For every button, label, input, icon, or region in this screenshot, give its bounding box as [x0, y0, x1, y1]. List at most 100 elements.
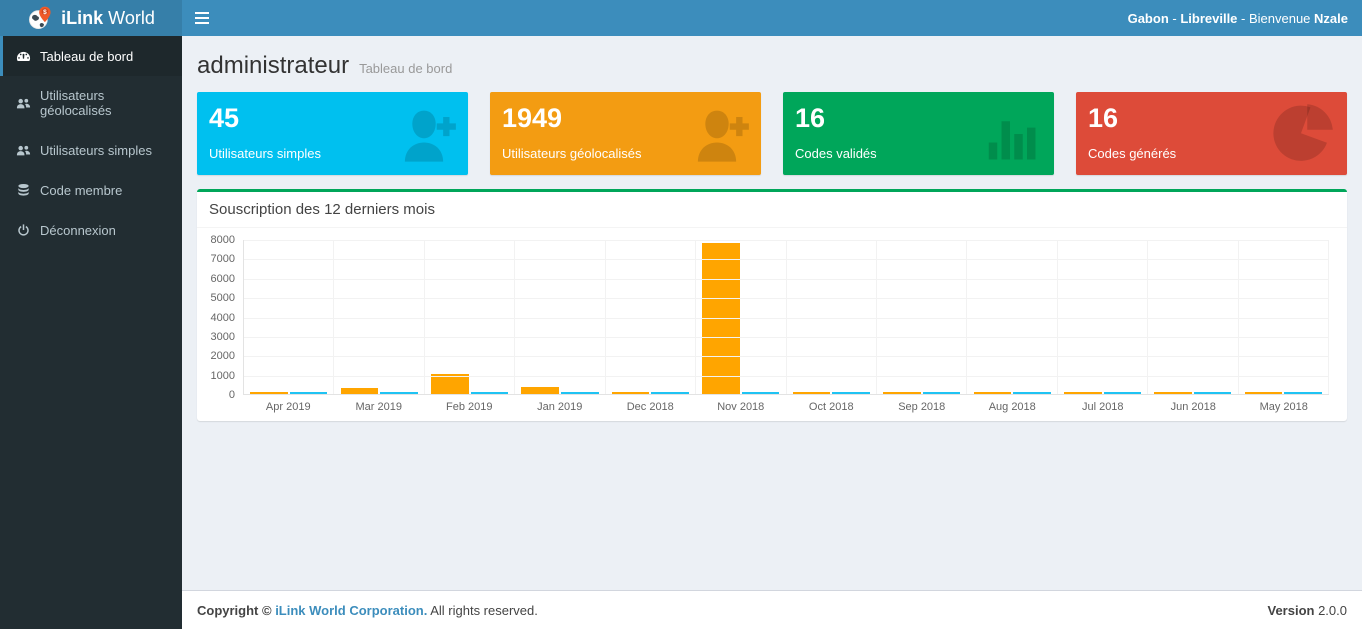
y-tick-label: 5000	[211, 292, 235, 304]
gridline	[244, 240, 1329, 241]
y-tick-label: 0	[229, 389, 235, 401]
sidebar-toggle-button[interactable]	[182, 0, 222, 36]
copyright-text: Copyright © iLink World Corporation. All…	[197, 603, 538, 618]
y-tick-label: 1000	[211, 370, 235, 382]
bar-souscriptions-cyan	[290, 392, 328, 394]
bar-souscriptions-orange	[1245, 392, 1283, 394]
chart-body: 0 1000 2000 3000 4000 5000 6000 7000 8000 Apr 20…	[197, 228, 1347, 421]
y-tick-label: 7000	[211, 253, 235, 265]
chart-title: Souscription des 12 derniers mois	[197, 192, 1347, 228]
bar-souscriptions-cyan	[651, 392, 689, 394]
bar-souscriptions-orange	[1154, 392, 1192, 394]
y-tick-label: 4000	[211, 312, 235, 324]
bar-souscriptions-cyan	[471, 392, 509, 394]
company-link[interactable]: iLink World Corporation.	[275, 603, 427, 618]
stat-card: 1949 Utilisateurs géolocalisés	[490, 92, 761, 175]
user-plus-icon	[390, 100, 458, 168]
x-tick-label: Aug 2018	[967, 401, 1058, 413]
main-content: administrateur Tableau de bord 45 Utilis…	[182, 36, 1362, 590]
page-footer: Copyright © iLink World Corporation. All…	[182, 590, 1362, 629]
page-subtitle: Tableau de bord	[359, 61, 452, 76]
bar-souscriptions-cyan	[832, 392, 870, 394]
greeting-country: Gabon	[1128, 11, 1169, 26]
bar-souscriptions-cyan	[561, 392, 599, 394]
stat-card: 16 Codes validés	[783, 92, 1054, 175]
hamburger-icon	[195, 12, 209, 14]
bar-souscriptions-cyan	[742, 392, 780, 394]
x-tick-label: Nov 2018	[696, 401, 787, 413]
user-greeting: Gabon - Libreville - Bienvenue Nzale	[1128, 11, 1362, 26]
bar-souscriptions-cyan	[1284, 392, 1322, 394]
pie-chart-icon	[1269, 100, 1337, 168]
sidebar-item-d-connexion[interactable]: Déconnexion	[0, 210, 182, 250]
svg-text:$: $	[43, 9, 47, 16]
greeting-username: Nzale	[1314, 11, 1348, 26]
gridline	[244, 298, 1329, 299]
bar-souscriptions-orange	[1064, 392, 1102, 394]
bar-souscriptions-cyan	[1013, 392, 1051, 394]
app-logo[interactable]: $ iLink World	[0, 0, 182, 36]
power-icon	[15, 222, 31, 238]
x-tick-label: Sep 2018	[877, 401, 968, 413]
sidebar-nav: Tableau de bord Utilisateurs géolocalisé…	[0, 36, 182, 629]
x-tick-label: Apr 2019	[243, 401, 334, 413]
stat-card: 45 Utilisateurs simples	[197, 92, 468, 175]
greeting-city: Libreville	[1180, 11, 1237, 26]
sidebar-item-label: Tableau de bord	[40, 49, 133, 64]
bar-souscriptions-cyan	[1104, 392, 1142, 394]
sidebar-item-label: Utilisateurs simples	[40, 143, 152, 158]
chart-x-axis: Apr 2019Mar 2019Feb 2019Jan 2019Dec 2018…	[243, 395, 1329, 413]
gridline	[244, 318, 1329, 319]
navbar: Gabon - Libreville - Bienvenue Nzale	[182, 0, 1362, 36]
user-plus-icon	[683, 100, 751, 168]
gridline	[244, 259, 1329, 260]
sidebar-item-code-membre[interactable]: Code membre	[0, 170, 182, 210]
x-tick-label: Mar 2019	[334, 401, 425, 413]
database-icon	[15, 182, 31, 198]
stat-card: 16 Codes générés	[1076, 92, 1347, 175]
x-tick-label: Jan 2019	[515, 401, 606, 413]
gridline	[244, 279, 1329, 280]
bar-souscriptions-orange	[431, 374, 469, 394]
top-header: $ iLink World Gabon - Libreville - Bienv…	[0, 0, 1362, 36]
bar-souscriptions-cyan	[1194, 392, 1232, 394]
bar-souscriptions-orange	[521, 387, 559, 394]
bar-souscriptions-cyan	[923, 392, 961, 394]
gridline	[244, 376, 1329, 377]
bar-souscriptions-orange	[341, 388, 379, 394]
bar-chart: 010002000300040005000600070008000 Apr 20…	[201, 238, 1335, 413]
x-tick-label: Feb 2019	[424, 401, 515, 413]
bar-souscriptions-orange	[974, 392, 1012, 394]
subscriptions-chart-box: Souscription des 12 derniers mois 0 1000 2…	[197, 189, 1347, 421]
users-icon	[15, 95, 31, 111]
y-tick-label: 3000	[211, 331, 235, 343]
sidebar-item-label: Code membre	[40, 183, 122, 198]
bar-souscriptions-orange	[793, 392, 831, 394]
page-header: administrateur Tableau de bord	[192, 46, 1352, 92]
y-tick-label: 2000	[211, 350, 235, 362]
version-text: Version 2.0.0	[1268, 603, 1348, 618]
x-tick-label: May 2018	[1239, 401, 1330, 413]
chart-y-axis: 010002000300040005000600070008000	[201, 238, 243, 398]
sidebar-item-utilisateurs-simples[interactable]: Utilisateurs simples	[0, 130, 182, 170]
sidebar-item-utilisateurs-g-olocalis-s[interactable]: Utilisateurs géolocalisés	[0, 76, 182, 130]
dashboard-icon	[15, 48, 31, 64]
sidebar-item-tableau-de-bord[interactable]: Tableau de bord	[0, 36, 182, 76]
x-tick-label: Dec 2018	[605, 401, 696, 413]
bar-souscriptions-cyan	[380, 392, 418, 394]
users-icon	[15, 142, 31, 158]
bar-souscriptions-orange	[883, 392, 921, 394]
page-title: administrateur	[197, 52, 349, 80]
gridline	[244, 356, 1329, 357]
gridline	[244, 337, 1329, 338]
brand-name: iLink World	[61, 8, 155, 29]
bar-souscriptions-orange	[612, 392, 650, 394]
y-tick-label: 6000	[211, 273, 235, 285]
chart-plot-area	[243, 240, 1329, 395]
bar-souscriptions-orange	[250, 392, 288, 394]
globe-pin-logo-icon: $	[27, 5, 53, 31]
y-tick-label: 8000	[211, 234, 235, 246]
sidebar-item-label: Déconnexion	[40, 223, 116, 238]
bar-chart-icon	[976, 100, 1044, 168]
x-tick-label: Oct 2018	[786, 401, 877, 413]
